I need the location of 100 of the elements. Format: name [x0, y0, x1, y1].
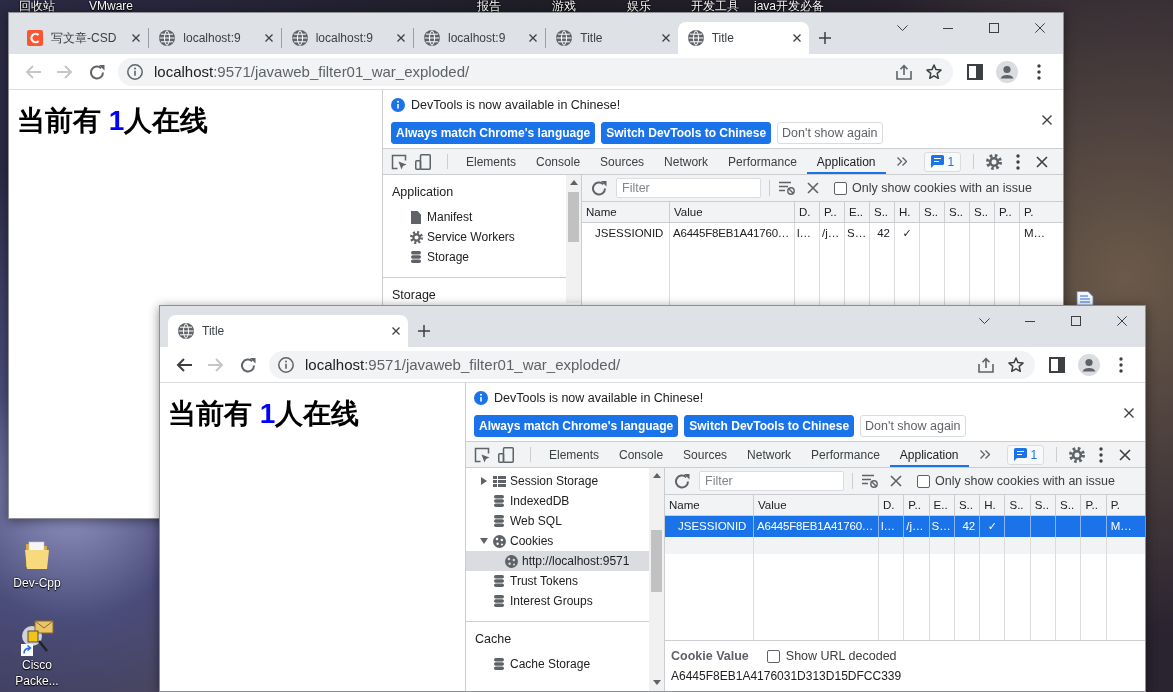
star-icon[interactable]	[1008, 356, 1024, 373]
clear-filter-icon[interactable]	[862, 474, 878, 488]
column-header[interactable]: S..	[970, 202, 995, 222]
sidebar-item[interactable]: IndexedDB	[466, 491, 649, 511]
shortcut-label[interactable]: 开发工具	[691, 0, 739, 13]
settings-icon[interactable]	[1069, 446, 1086, 463]
column-header[interactable]: P..	[995, 202, 1020, 222]
devtools-tab[interactable]: Performance	[718, 149, 807, 174]
column-header[interactable]: D.	[795, 202, 820, 222]
reload-icon[interactable]	[591, 180, 607, 196]
devtools-tab[interactable]: Sources	[590, 149, 655, 174]
browser-tab[interactable]: Title	[546, 22, 678, 54]
column-header[interactable]: H.	[895, 202, 920, 222]
column-header[interactable]: H.	[980, 495, 1006, 515]
column-header[interactable]: S..	[870, 202, 895, 222]
column-header[interactable]: S..	[1056, 495, 1082, 515]
side-panel-icon[interactable]	[1049, 356, 1065, 373]
devtools-tab[interactable]: Sources	[673, 442, 738, 467]
kebab-menu-icon[interactable]	[1119, 356, 1123, 373]
browser-tab[interactable]: 写文章-CSD	[17, 22, 149, 54]
column-header[interactable]: Value	[670, 202, 795, 222]
reload-icon[interactable]	[674, 473, 690, 489]
scroll-up-icon[interactable]	[569, 180, 578, 185]
sidebar-item[interactable]: Service Workers	[383, 227, 566, 247]
cursor-box-icon[interactable]	[474, 446, 490, 463]
avatar-icon[interactable]	[996, 60, 1018, 83]
infobar-button[interactable]: Don't show again	[777, 122, 883, 144]
browser-tab[interactable]: localhost:9	[281, 22, 413, 54]
shortcut-label[interactable]: Dev-Cpp	[13, 575, 61, 591]
scrollbar-thumb[interactable]	[651, 530, 662, 592]
column-header[interactable]: S..	[945, 202, 970, 222]
address-bar[interactable]: localhost:9571/javaweb_filter01_war_exploded/	[269, 350, 1035, 379]
table-row[interactable]: JSESSIONID A6445F8EB1A41760… l… /j… S… 42 ✓ M…	[665, 516, 1145, 537]
triangle-down-icon[interactable]	[480, 538, 488, 544]
reload-icon[interactable]	[89, 63, 105, 80]
shortcut-label[interactable]: java开发必备	[754, 0, 824, 13]
devtools-tab[interactable]: Elements	[456, 149, 527, 174]
chevron-down-icon[interactable]	[978, 318, 990, 324]
close-icon[interactable]	[807, 182, 819, 194]
phone-tablet-icon[interactable]	[415, 153, 431, 170]
double-chevron-icon[interactable]	[896, 157, 907, 166]
kebab-menu-icon[interactable]	[1099, 446, 1104, 463]
filter-field[interactable]: Filter	[616, 178, 761, 198]
column-header[interactable]: E..	[845, 202, 870, 222]
sidebar-item[interactable]: Web SQL	[466, 511, 649, 531]
document-icon[interactable]	[1074, 291, 1096, 305]
sidebar-item[interactable]: Trust Tokens	[466, 571, 649, 591]
issues-button[interactable]: 1	[923, 151, 962, 172]
column-header[interactable]: P..	[820, 202, 845, 222]
checkbox-label[interactable]: Show URL decoded	[785, 649, 897, 663]
info-icon[interactable]	[278, 356, 294, 373]
settings-icon[interactable]	[986, 153, 1003, 170]
column-header[interactable]: S..	[920, 202, 945, 222]
close-icon[interactable]	[890, 475, 902, 487]
shortcut-label[interactable]: 游戏	[552, 0, 576, 13]
browser-tab[interactable]: Title	[168, 315, 408, 347]
side-panel-icon[interactable]	[967, 63, 983, 80]
column-header[interactable]: S..	[1030, 495, 1057, 515]
maximize-icon[interactable]	[989, 23, 999, 33]
devtools-tab[interactable]: Performance	[801, 442, 890, 467]
clear-filter-icon[interactable]	[779, 181, 795, 195]
shortcut-label[interactable]: 报告	[477, 0, 501, 13]
share-icon[interactable]	[978, 356, 994, 373]
infobar-button[interactable]: Switch DevTools to Chinese	[601, 122, 772, 144]
cursor-box-icon[interactable]	[391, 153, 407, 170]
scrollbar-thumb[interactable]	[568, 192, 579, 242]
chevron-down-icon[interactable]	[896, 25, 908, 31]
close-icon[interactable]	[1042, 115, 1052, 125]
triangle-right-icon[interactable]	[481, 477, 487, 485]
checkbox[interactable]	[917, 474, 930, 488]
shortcut-label[interactable]: 娱乐	[627, 0, 651, 13]
sidebar-item[interactable]: Interest Groups	[466, 591, 649, 611]
checkbox-label[interactable]: Only show cookies with an issue	[935, 474, 1115, 488]
star-icon[interactable]	[926, 63, 942, 80]
column-header[interactable]: E..	[929, 495, 955, 515]
close-icon[interactable]	[1117, 316, 1127, 326]
scroll-up-icon[interactable]	[652, 473, 661, 478]
devtools-tab[interactable]: Elements	[539, 442, 610, 467]
minimize-icon[interactable]	[943, 27, 953, 29]
column-header[interactable]: P..	[904, 495, 930, 515]
close-icon[interactable]	[792, 34, 801, 42]
sidebar-item[interactable]: http://localhost:9571	[466, 551, 649, 571]
column-header[interactable]: Value	[754, 495, 879, 515]
browser-tab[interactable]: localhost:9	[414, 22, 546, 54]
sidebar-item[interactable]: Storage	[383, 247, 566, 267]
column-header[interactable]: P.	[1106, 495, 1145, 515]
sidebar-item[interactable]: Session Storage	[466, 471, 649, 491]
shortcut-label[interactable]: 回收站	[19, 0, 55, 13]
browser-tab[interactable]: Title	[677, 22, 809, 54]
reload-icon[interactable]	[240, 356, 256, 373]
infobar-button[interactable]: Always match Chrome's language	[474, 415, 679, 437]
address-bar[interactable]: localhost:9571/javaweb_filter01_war_exploded/	[118, 57, 953, 86]
checkbox-label[interactable]: Only show cookies with an issue	[852, 181, 1032, 195]
close-icon[interactable]	[392, 327, 400, 335]
close-icon[interactable]	[529, 34, 538, 42]
filter-field[interactable]: Filter	[699, 471, 844, 491]
close-icon[interactable]	[397, 34, 405, 42]
close-icon[interactable]	[661, 34, 670, 42]
sidebar-item[interactable]: Manifest	[383, 207, 566, 227]
folder-icon[interactable]	[25, 541, 49, 569]
